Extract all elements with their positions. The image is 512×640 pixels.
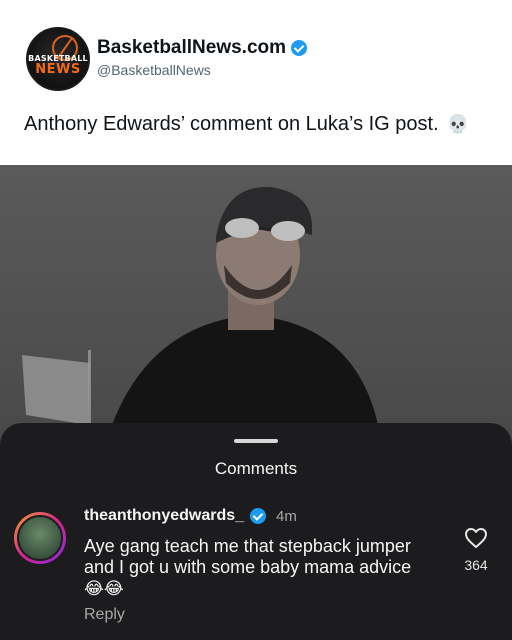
commenter-username[interactable]: theanthonyedwards_ 4m — [84, 507, 297, 525]
commenter-avatar[interactable] — [14, 512, 66, 564]
reply-button[interactable]: Reply — [84, 606, 125, 624]
account-name[interactable]: BasketballNews.com — [97, 37, 308, 59]
verified-badge-icon — [291, 40, 308, 56]
laughing-emoji: 😂😂 — [84, 579, 124, 599]
tweet-text: Anthony Edwards’ comment on Luka’s IG po… — [24, 113, 469, 136]
logo-text-bottom: NEWS — [35, 62, 81, 77]
sheet-grabber-handle[interactable] — [234, 439, 278, 443]
sunglasses-bridge — [258, 226, 272, 232]
sunglasses-left-lens — [225, 218, 259, 238]
sunglasses-right-lens — [271, 221, 305, 241]
tweet-text-body: Anthony Edwards’ comment on Luka’s IG po… — [24, 113, 439, 135]
basketballnews-logo[interactable]: BASKETBALL NEWS — [26, 27, 90, 91]
comment-text: Aye gang teach me that stepback jumper a… — [84, 536, 414, 600]
account-handle[interactable]: @BasketballNews — [97, 62, 211, 78]
person-torso — [112, 315, 378, 425]
comment-body: Aye gang teach me that stepback jumper a… — [84, 536, 412, 577]
flag — [22, 355, 90, 425]
comments-title: Comments — [214, 459, 298, 478]
like-count: 364 — [464, 557, 488, 573]
comment-time: 4m — [276, 507, 297, 525]
skull-emoji: 💀 — [446, 114, 470, 135]
comments-sheet: Comments theanthonyedwards_ 4m Aye gang … — [0, 423, 512, 640]
username-label: theanthonyedwards_ — [84, 507, 245, 524]
verified-badge-icon — [250, 508, 267, 524]
tweet-header: BASKETBALL NEWS BasketballNews.com @Bask… — [0, 0, 512, 165]
avatar-image — [17, 515, 63, 561]
account-name-label: BasketballNews.com — [97, 37, 287, 58]
heart-icon[interactable] — [464, 527, 488, 549]
